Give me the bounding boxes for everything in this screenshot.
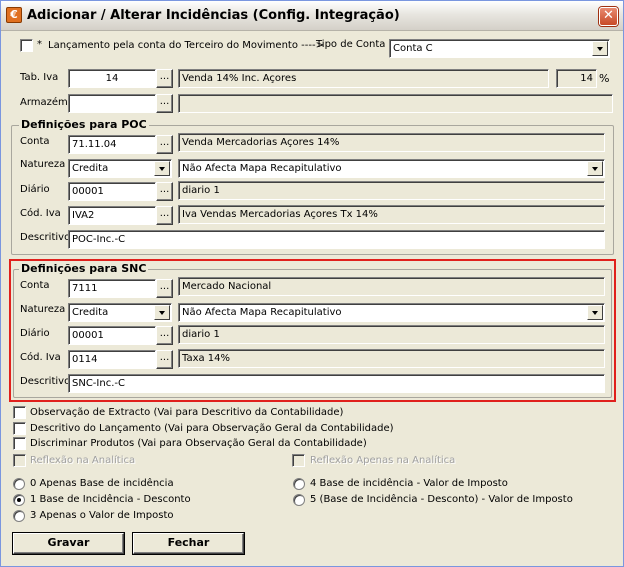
window-title: Adicionar / Alterar Incidências (Config.… — [27, 8, 400, 23]
poc-diario-label: Diário — [20, 184, 50, 195]
fechar-button[interactable]: Fechar — [133, 533, 244, 554]
snc-diario-lookup-button[interactable]: ... — [156, 326, 173, 345]
armazem-input[interactable] — [68, 94, 156, 113]
close-icon: ✕ — [603, 8, 614, 23]
chevron-down-icon[interactable] — [154, 305, 170, 320]
radio-3[interactable] — [13, 510, 25, 522]
radio-1[interactable] — [13, 494, 25, 506]
reflexao-apenas-label: Reflexão Apenas na Analítica — [310, 455, 456, 466]
poc-cod-iva-description: Iva Vendas Mercadorias Açores Tx 14% — [178, 205, 605, 224]
chevron-down-icon[interactable] — [592, 41, 608, 56]
armazem-label: Armazém — [20, 97, 68, 108]
armazem-lookup-button[interactable]: ... — [156, 94, 173, 113]
radio-0-label: 0 Apenas Base de incidência — [30, 478, 174, 489]
lancamento-terceiro-label: Lançamento pela conta do Terceiro do Mov… — [48, 40, 324, 51]
poc-descritivo-input[interactable]: POC-Inc.-C — [68, 230, 605, 249]
snc-descritivo-label: Descritivo — [20, 376, 71, 387]
poc-cod-iva-input[interactable]: IVA2 — [68, 206, 156, 225]
lancamento-terceiro-checkbox[interactable] — [20, 39, 33, 52]
tab-iva-input[interactable]: 14 — [68, 69, 156, 88]
app-icon: € — [6, 7, 22, 23]
poc-natureza-label: Natureza — [20, 159, 66, 170]
radio-5-label: 5 (Base de Incidência - Desconto) - Valo… — [310, 494, 573, 505]
snc-group-title: Definições para SNC — [19, 262, 149, 275]
gravar-button[interactable]: Gravar — [13, 533, 124, 554]
tab-iva-label: Tab. Iva — [20, 72, 59, 83]
snc-natureza-label: Natureza — [20, 304, 66, 315]
snc-natureza-select[interactable]: Credita — [68, 303, 172, 322]
tab-iva-description: Venda 14% Inc. Açores — [178, 69, 549, 88]
snc-conta-description: Mercado Nacional — [178, 277, 605, 296]
poc-mapa-select[interactable]: Não Afecta Mapa Recapitulativo — [178, 159, 605, 178]
snc-descritivo-input[interactable]: SNC-Inc.-C — [68, 374, 605, 393]
desc-lancamento-label: Descritivo do Lançamento (Vai para Obser… — [30, 423, 394, 434]
poc-conta-label: Conta — [20, 136, 50, 147]
discriminar-checkbox[interactable] — [13, 437, 26, 450]
snc-diario-input[interactable]: 00001 — [68, 326, 156, 345]
poc-diario-input[interactable]: 00001 — [68, 182, 156, 201]
poc-diario-description: diario 1 — [178, 181, 605, 200]
snc-cod-iva-label: Cód. Iva — [20, 352, 61, 363]
snc-diario-description: diario 1 — [178, 325, 605, 344]
reflexao-checkbox — [13, 454, 26, 467]
radio-5[interactable] — [293, 494, 305, 506]
snc-cod-iva-input[interactable]: 0114 — [68, 350, 156, 369]
poc-cod-iva-lookup-button[interactable]: ... — [156, 206, 173, 225]
radio-3-label: 3 Apenas o Valor de Imposto — [30, 510, 174, 521]
snc-natureza-value: Credita — [72, 307, 109, 318]
dialog-window: € Adicionar / Alterar Incidências (Confi… — [0, 0, 624, 567]
close-button[interactable]: ✕ — [599, 7, 618, 26]
tipo-conta-select[interactable]: Conta C — [389, 39, 610, 58]
radio-1-label: 1 Base de Incidência - Desconto — [30, 494, 191, 505]
radio-0[interactable] — [13, 478, 25, 490]
poc-natureza-value: Credita — [72, 163, 109, 174]
tab-iva-rate: 14 — [556, 69, 597, 88]
percent-sign: % — [599, 72, 610, 85]
snc-conta-input[interactable]: 7111 — [68, 279, 156, 298]
tipo-conta-value: Conta C — [393, 43, 433, 54]
snc-mapa-select[interactable]: Não Afecta Mapa Recapitulativo — [178, 303, 605, 322]
reflexao-label: Reflexão na Analítica — [30, 455, 136, 466]
title-bar[interactable]: € Adicionar / Alterar Incidências (Confi… — [1, 1, 623, 31]
discriminar-label: Discriminar Produtos (Vai para Observaçã… — [30, 438, 367, 449]
poc-diario-lookup-button[interactable]: ... — [156, 182, 173, 201]
tipo-conta-label: Tipo de Conta — [316, 39, 386, 50]
chevron-down-icon[interactable] — [587, 305, 603, 320]
radio-4-label: 4 Base de incidência - Valor de Imposto — [310, 478, 508, 489]
tab-iva-lookup-button[interactable]: ... — [156, 69, 173, 88]
snc-conta-lookup-button[interactable]: ... — [156, 279, 173, 298]
poc-cod-iva-label: Cód. Iva — [20, 208, 61, 219]
armazem-description — [178, 94, 613, 113]
obs-extracto-checkbox[interactable] — [13, 406, 26, 419]
chevron-down-icon[interactable] — [154, 161, 170, 176]
poc-conta-input[interactable]: 71.11.04 — [68, 135, 156, 154]
chevron-down-icon[interactable] — [587, 161, 603, 176]
poc-conta-description: Venda Mercadorias Açores 14% — [178, 133, 605, 152]
desc-lancamento-checkbox[interactable] — [13, 422, 26, 435]
lancamento-star: * — [37, 39, 42, 50]
snc-cod-iva-lookup-button[interactable]: ... — [156, 350, 173, 369]
snc-conta-label: Conta — [20, 280, 50, 291]
poc-mapa-value: Não Afecta Mapa Recapitulativo — [182, 163, 342, 174]
snc-diario-label: Diário — [20, 328, 50, 339]
radio-4[interactable] — [293, 478, 305, 490]
poc-group-title: Definições para POC — [19, 118, 149, 131]
poc-conta-lookup-button[interactable]: ... — [156, 135, 173, 154]
poc-natureza-select[interactable]: Credita — [68, 159, 172, 178]
snc-cod-iva-description: Taxa 14% — [178, 349, 605, 368]
poc-descritivo-label: Descritivo — [20, 232, 71, 243]
snc-mapa-value: Não Afecta Mapa Recapitulativo — [182, 307, 342, 318]
obs-extracto-label: Observação de Extracto (Vai para Descrit… — [30, 407, 344, 418]
reflexao-apenas-checkbox — [292, 454, 305, 467]
